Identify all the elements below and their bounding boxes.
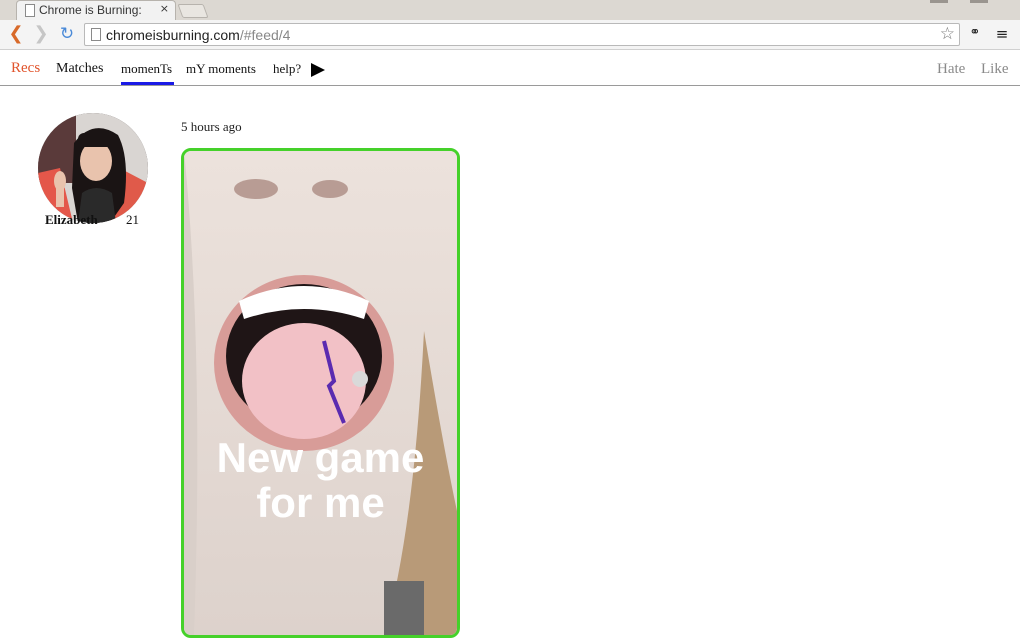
close-window-button[interactable] xyxy=(970,0,988,3)
nav-my-moments[interactable]: mY moments xyxy=(186,61,256,77)
moment-photo xyxy=(184,151,457,635)
avatar-photo xyxy=(38,113,148,223)
window-controls xyxy=(930,0,990,4)
menu-icon[interactable]: ≡ xyxy=(993,25,1011,43)
app-nav: Recs Matches momenTs mY moments help? Ha… xyxy=(0,51,1020,86)
profile-age: 21 xyxy=(126,212,139,227)
new-tab-button[interactable] xyxy=(177,4,209,18)
back-arrow-icon[interactable]: ❮ xyxy=(6,24,26,44)
hate-button[interactable]: Hate xyxy=(937,61,965,78)
address-bar[interactable]: chromeisburning.com/#feed/4 ☆ xyxy=(84,23,960,46)
active-tab-underline xyxy=(121,82,174,85)
url-text[interactable]: chromeisburning.com/#feed/4 xyxy=(106,27,290,43)
nav-help[interactable]: help? xyxy=(273,61,301,77)
minimize-button[interactable] xyxy=(930,0,948,3)
play-icon[interactable] xyxy=(311,63,325,77)
url-path: /#feed/4 xyxy=(239,27,291,43)
nav-recs[interactable]: Recs xyxy=(11,60,40,77)
caption-line-2: for me xyxy=(256,479,385,526)
avatar[interactable] xyxy=(38,113,148,223)
extension-icon[interactable]: ⚭ xyxy=(966,25,984,43)
nav-moments[interactable]: momenTs xyxy=(121,61,172,77)
star-icon[interactable]: ☆ xyxy=(940,24,955,44)
page-icon xyxy=(25,4,35,17)
page-icon xyxy=(91,28,101,41)
browser-tab[interactable]: Chrome is Burning: × xyxy=(16,0,176,20)
like-button[interactable]: Like xyxy=(981,61,1009,78)
browser-titlebar: Chrome is Burning: × xyxy=(0,0,1020,20)
caption-line-1: New game xyxy=(216,434,425,481)
url-host: chromeisburning.com xyxy=(106,27,240,43)
forward-arrow-icon[interactable]: ❯ xyxy=(31,24,51,44)
tab-title: Chrome is Burning: xyxy=(39,3,142,17)
reload-icon[interactable]: ↻ xyxy=(57,24,77,44)
moment-timestamp: 5 hours ago xyxy=(181,119,242,134)
moment-image[interactable]: New game for me xyxy=(181,148,460,638)
moment-caption: New game for me xyxy=(184,435,457,525)
nav-matches[interactable]: Matches xyxy=(56,61,103,77)
browser-toolbar: ❮ ❯ ↻ chromeisburning.com/#feed/4 ☆ ⚭ ≡ xyxy=(0,20,1020,50)
close-tab-icon[interactable]: × xyxy=(160,2,169,15)
profile-name: Elizabeth xyxy=(45,212,98,227)
